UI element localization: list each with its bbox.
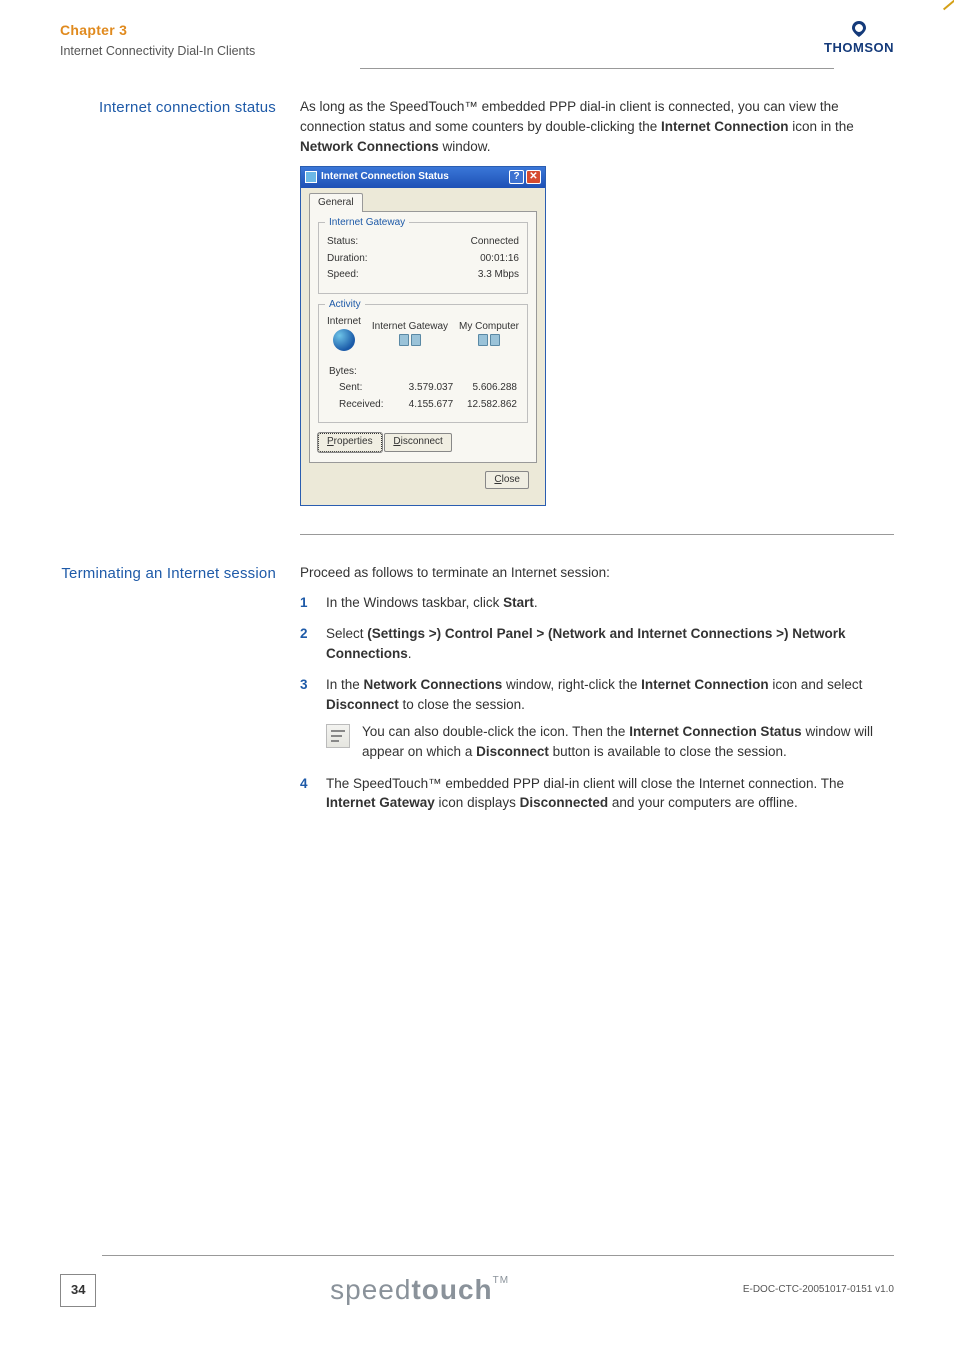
group-activity: Activity Internet Internet Gateway <box>318 304 528 424</box>
product-logo: speedtouchTM <box>330 1270 509 1311</box>
brand-logo: THOMSON <box>824 20 894 58</box>
close-dialog-button[interactable]: Close <box>485 471 529 490</box>
group-activity-title: Activity <box>325 298 365 313</box>
activity-head-mycomputer: My Computer <box>459 320 519 335</box>
step-number: 1 <box>300 593 326 613</box>
step-4: The SpeedTouch™ embedded PPP dial-in cli… <box>326 774 894 813</box>
footer-rule <box>102 1255 894 1256</box>
globe-icon <box>333 329 355 351</box>
page-number: 34 <box>60 1274 96 1307</box>
disconnect-button[interactable]: Disconnect <box>384 433 451 452</box>
step-number: 4 <box>300 774 326 813</box>
rule-top <box>360 68 834 69</box>
dialog-title-text: Internet Connection Status <box>321 170 449 185</box>
note-text: You can also double-click the icon. Then… <box>362 722 894 761</box>
rule-sep <box>300 534 894 535</box>
doc-id: E-DOC-CTC-20051017-0151 v1.0 <box>743 1283 894 1298</box>
gateway-icon <box>399 334 421 346</box>
step-1: In the Windows taskbar, click Start. <box>326 593 894 613</box>
section-status-body: As long as the SpeedTouch™ embedded PPP … <box>300 97 894 506</box>
section-terminate: Terminating an Internet session Proceed … <box>60 563 894 825</box>
side-label-status: Internet connection status <box>60 97 300 506</box>
step-number: 2 <box>300 624 326 663</box>
page-header: Chapter 3 Internet Connectivity Dial-In … <box>0 0 954 68</box>
help-button[interactable]: ? <box>509 170 524 184</box>
brand-name: THOMSON <box>824 39 894 58</box>
status-paragraph: As long as the SpeedTouch™ embedded PPP … <box>300 97 894 156</box>
terminate-steps: 1 In the Windows taskbar, click Start. 2… <box>300 593 894 813</box>
activity-head-gateway: Internet Gateway <box>372 320 448 335</box>
group-gateway: Internet Gateway Status:Connected Durati… <box>318 222 528 294</box>
group-gateway-title: Internet Gateway <box>325 216 409 231</box>
section-terminate-body: Proceed as follows to terminate an Inter… <box>300 563 894 825</box>
dialog-titlebar: Internet Connection Status ? ✕ <box>301 167 545 188</box>
dialog-connection-status: Internet Connection Status ? ✕ General I… <box>300 166 546 506</box>
chapter-block: Chapter 3 Internet Connectivity Dial-In … <box>60 20 255 60</box>
section-status: Internet connection status As long as th… <box>60 97 894 506</box>
page-footer: 34 speedtouchTM E-DOC-CTC-20051017-0151 … <box>0 1255 954 1311</box>
side-label-terminate: Terminating an Internet session <box>60 563 300 825</box>
computer-icon <box>478 334 500 346</box>
dialog-app-icon <box>305 171 317 183</box>
step-number: 3 <box>300 675 326 761</box>
properties-button[interactable]: Properties <box>318 433 382 452</box>
thomson-icon <box>849 20 869 38</box>
chapter-subtitle: Internet Connectivity Dial-In Clients <box>60 42 255 60</box>
close-button[interactable]: ✕ <box>526 170 541 184</box>
tab-general[interactable]: General <box>309 193 363 213</box>
note-block: You can also double-click the icon. Then… <box>326 722 894 761</box>
step-3: In the Network Connections window, right… <box>326 675 894 761</box>
terminate-intro: Proceed as follows to terminate an Inter… <box>300 563 894 583</box>
note-icon <box>326 724 350 748</box>
chapter-title: Chapter 3 <box>60 20 255 40</box>
bytes-table: Bytes: Sent: 3.579.037 5.606.288 Receive… <box>327 363 519 415</box>
activity-head-internet: Internet <box>327 315 361 330</box>
step-2: Select (Settings >) Control Panel > (Net… <box>326 624 894 663</box>
